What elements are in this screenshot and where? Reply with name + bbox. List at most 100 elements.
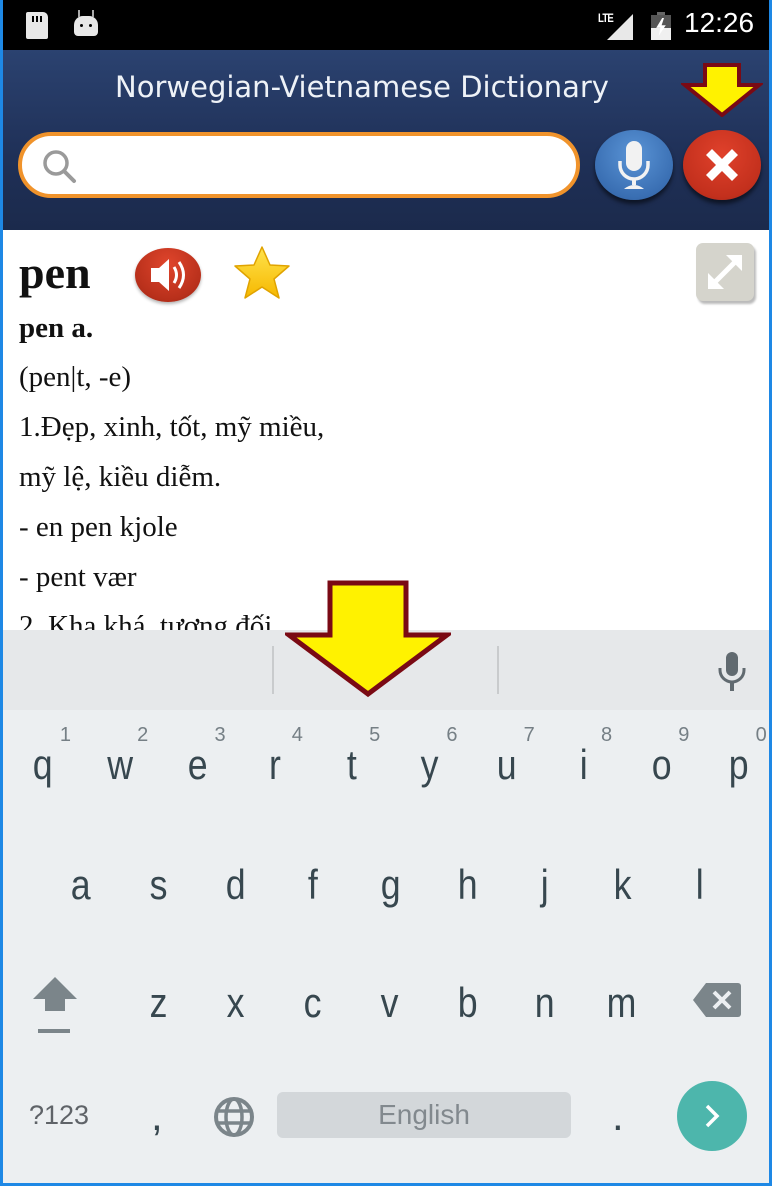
key-s[interactable]: s: [120, 830, 196, 940]
symbols-key[interactable]: ?123: [29, 1100, 89, 1131]
key-label: n: [534, 979, 555, 1026]
key-k[interactable]: k: [584, 830, 660, 940]
key-label: q: [33, 741, 53, 788]
key-m[interactable]: m: [584, 948, 660, 1058]
key-hint: 1: [59, 724, 71, 746]
key-y[interactable]: 6y: [392, 710, 468, 820]
comma-key[interactable]: ,: [151, 1092, 163, 1140]
key-label: s: [149, 861, 168, 908]
pronounce-button[interactable]: [135, 248, 201, 302]
key-label: t: [347, 741, 358, 788]
key-hint: 8: [600, 724, 613, 746]
key-label: u: [496, 741, 517, 788]
signal-icon: [607, 14, 633, 40]
favorite-star-icon[interactable]: [232, 244, 292, 302]
key-a[interactable]: a: [43, 830, 119, 940]
key-w[interactable]: 2w: [82, 710, 158, 820]
key-label: r: [268, 741, 281, 788]
key-u[interactable]: 7u: [469, 710, 545, 820]
annotation-arrow-icon: [681, 63, 763, 117]
search-box[interactable]: [18, 132, 580, 198]
key-p[interactable]: 0p: [701, 710, 769, 820]
key-label: p: [728, 741, 749, 788]
key-g[interactable]: g: [352, 830, 428, 940]
key-label: o: [651, 741, 672, 788]
microphone-icon: [618, 141, 650, 189]
key-r[interactable]: 4r: [237, 710, 313, 820]
key-n[interactable]: n: [507, 948, 583, 1058]
chevron-right-icon: [705, 1104, 720, 1128]
annotation-arrow-icon: [285, 580, 451, 698]
key-hint: 3: [214, 724, 226, 746]
key-label: j: [540, 861, 549, 908]
suggestion-divider: [497, 646, 499, 694]
key-label: k: [613, 861, 632, 908]
key-label: l: [695, 861, 704, 908]
key-label: i: [580, 741, 589, 788]
suggestion-divider: [272, 646, 274, 694]
clock: 12:26: [684, 7, 755, 38]
definition-line: 1.Đẹp, xinh, tốt, mỹ miều,: [19, 411, 325, 443]
app-header: Norwegian-Vietnamese Dictionary: [3, 50, 769, 230]
app-screen: LTE 12:26 Norwegian-Vietnamese Dictionar…: [3, 0, 769, 1183]
soft-keyboard: 1q2w3e4r5t6y7u8i9o0p asdfghjkl zxcvbnm ?…: [3, 630, 769, 1183]
key-t[interactable]: 5t: [314, 710, 390, 820]
key-hint: 9: [678, 724, 690, 746]
key-f[interactable]: f: [275, 830, 351, 940]
key-label: m: [606, 979, 637, 1026]
globe-icon[interactable]: [213, 1096, 255, 1138]
battery-charging-icon: [651, 12, 671, 40]
android-debug-icon: [74, 10, 98, 36]
keyboard-mic-icon[interactable]: [715, 650, 749, 692]
example-line: - pent vær: [19, 561, 137, 593]
key-label: w: [107, 741, 134, 788]
key-hint: 7: [523, 724, 535, 746]
key-label: v: [380, 979, 399, 1026]
example-line: - en pen kjole: [19, 511, 178, 543]
key-q[interactable]: 1q: [5, 710, 81, 820]
definition-panel: pen pen a. (pen|t, -e) 1.Đẹp, xinh, tốt,…: [3, 230, 769, 630]
search-input[interactable]: [88, 144, 558, 186]
status-bar: LTE 12:26: [3, 0, 769, 50]
key-label: h: [457, 861, 478, 908]
key-label: f: [307, 861, 318, 908]
definition-line: mỹ lệ, kiều diễm.: [19, 461, 222, 493]
key-i[interactable]: 8i: [546, 710, 622, 820]
key-h[interactable]: h: [430, 830, 506, 940]
backspace-icon: [693, 983, 741, 1017]
space-bar[interactable]: English: [277, 1092, 571, 1138]
key-v[interactable]: v: [352, 948, 428, 1058]
expand-icon: [708, 255, 742, 289]
key-e[interactable]: 3e: [160, 710, 236, 820]
part-of-speech: pen a.: [19, 312, 94, 344]
key-label: g: [380, 861, 401, 908]
key-o[interactable]: 9o: [623, 710, 699, 820]
shift-key[interactable]: [17, 950, 93, 1060]
voice-search-button[interactable]: [595, 130, 673, 200]
clear-search-button[interactable]: [683, 130, 761, 200]
key-label: c: [303, 979, 322, 1026]
key-label: b: [457, 979, 478, 1026]
key-label: d: [225, 861, 246, 908]
enter-key[interactable]: [677, 1081, 747, 1151]
key-hint: 0: [755, 724, 767, 746]
key-label: x: [226, 979, 245, 1026]
key-label: a: [71, 861, 91, 908]
key-d[interactable]: d: [198, 830, 274, 940]
search-icon: [43, 150, 76, 183]
inflection: (pen|t, -e): [19, 361, 132, 393]
key-label: e: [187, 741, 208, 788]
fullscreen-button[interactable]: [696, 243, 754, 301]
key-hint: 6: [446, 724, 458, 746]
key-z[interactable]: z: [120, 948, 196, 1058]
key-l[interactable]: l: [661, 830, 737, 940]
key-b[interactable]: b: [429, 948, 505, 1058]
space-bar-label: English: [378, 1099, 470, 1130]
speaker-icon: [151, 259, 185, 291]
key-c[interactable]: c: [275, 948, 351, 1058]
key-j[interactable]: j: [507, 830, 583, 940]
period-key[interactable]: .: [612, 1092, 624, 1140]
key-x[interactable]: x: [197, 948, 273, 1058]
backspace-key[interactable]: [679, 945, 755, 1055]
definition-line: 2. Kha khá, tương đối: [19, 610, 273, 630]
